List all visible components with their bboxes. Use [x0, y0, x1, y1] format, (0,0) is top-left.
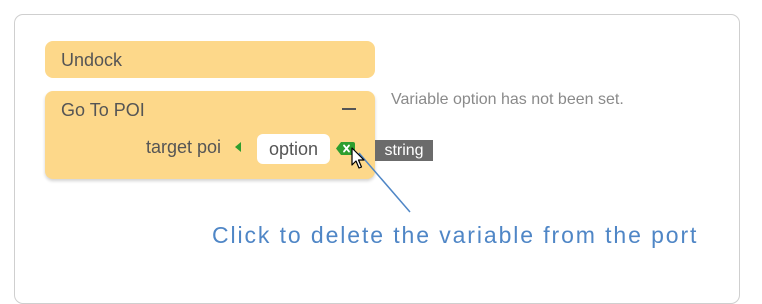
type-badge: string — [375, 140, 433, 161]
port-variable-option[interactable]: option — [257, 134, 330, 164]
target-poi-port-label: target poi — [146, 137, 222, 157]
undock-block[interactable]: Undock — [45, 41, 375, 78]
mouse-cursor-icon — [351, 147, 365, 169]
port-input-arrow-icon — [235, 142, 241, 152]
annotation-callout: Click to delete the variable from the po… — [212, 222, 699, 248]
collapse-icon[interactable] — [342, 108, 356, 110]
variable-warning-message: Variable option has not been set. — [391, 91, 624, 108]
go-to-poi-block[interactable]: Go To POI target poi option — [45, 91, 375, 179]
go-to-poi-block-title: Go To POI — [61, 100, 145, 120]
undock-block-title: Undock — [61, 50, 123, 70]
